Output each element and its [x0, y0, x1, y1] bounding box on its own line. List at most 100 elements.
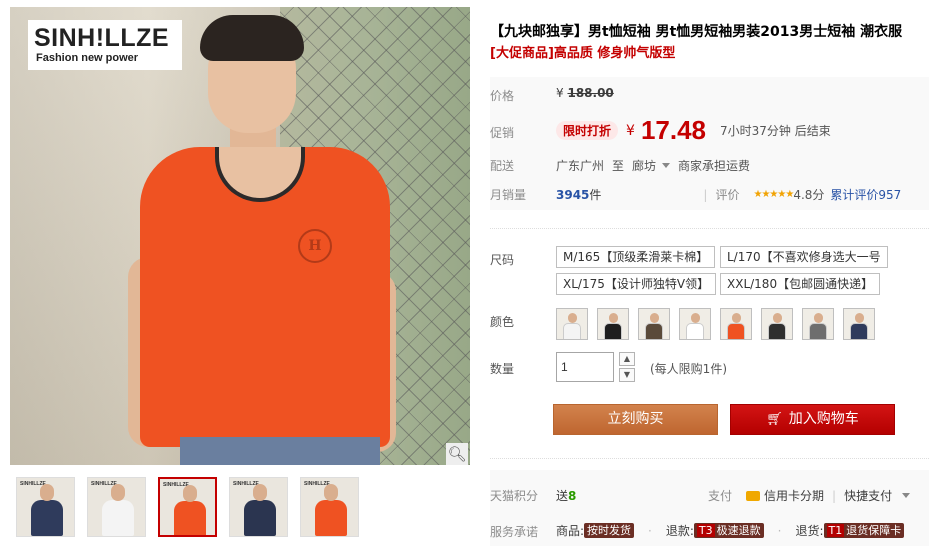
quantity-down-icon[interactable]: ▼: [619, 368, 635, 382]
color-option-6[interactable]: [761, 308, 793, 340]
product-subtitle: [大促商品]高品质 修身帅气版型: [490, 46, 676, 61]
color-option-7[interactable]: [802, 308, 834, 340]
color-option-8[interactable]: [843, 308, 875, 340]
thumbnail-3[interactable]: SINHILLZE: [158, 477, 217, 537]
add-to-cart-button[interactable]: 🛒︎ 加入购物车: [730, 404, 895, 435]
rating-score: 4.8分: [793, 188, 825, 202]
pay-row: 支付 信用卡分期 | 快捷支付: [708, 487, 918, 504]
original-price: ¥ 188.00: [556, 86, 614, 100]
color-swatch-shirt: [768, 323, 786, 339]
thumbnail-shirt: [315, 500, 347, 536]
service-refund-badge[interactable]: T3 极速退款: [693, 523, 764, 538]
promo-countdown: 7小时37分钟 后结束: [720, 124, 831, 138]
color-option-1[interactable]: [556, 308, 588, 340]
shipping-row: 广东广州 至 廊坊 商家承担运费: [556, 157, 750, 174]
points-value: 8: [568, 488, 577, 503]
section-divider: [490, 458, 929, 459]
color-option-3[interactable]: [638, 308, 670, 340]
ship-destination-select[interactable]: 廊坊: [632, 157, 656, 174]
points-prefix: 送: [556, 489, 569, 503]
color-swatch-head: [732, 313, 741, 323]
thumbnail-model-head: [253, 484, 267, 501]
color-swatch-head: [650, 313, 659, 323]
product-title: 【九块邮独享】男t恤短袖 男t恤男短袖男装2013男士短袖 潮衣服: [490, 24, 903, 40]
color-option-4[interactable]: [679, 308, 711, 340]
cart-icon: 🛒︎: [766, 412, 783, 427]
color-swatch-shirt: [850, 323, 868, 339]
color-swatch-shirt: [809, 323, 827, 339]
add-to-cart-label: 加入购物车: [788, 411, 859, 427]
main-product-image[interactable]: H SINH!LLZE Fashion new power: [10, 7, 470, 465]
color-label: 颜色: [490, 315, 515, 329]
shirt-emblem: H: [298, 229, 332, 263]
return-key: T1: [826, 524, 845, 537]
chevron-down-icon[interactable]: [902, 493, 911, 498]
size-option-xxl[interactable]: XXL/180【包邮圆通快递】: [720, 273, 881, 295]
color-option-5[interactable]: [720, 308, 752, 340]
thumbnail-model-head: [111, 484, 125, 501]
shipping-label: 配送: [490, 159, 515, 173]
size-option-m[interactable]: M/165【顶级柔滑莱卡棉】: [556, 246, 716, 268]
brand-tagline: Fashion new power: [36, 52, 139, 64]
thumbnail-shirt: [174, 501, 206, 535]
magnifier-icon[interactable]: 🔍︎: [446, 443, 468, 465]
size-option-xl[interactable]: XL/175【设计师独特V领】: [556, 273, 717, 295]
promo-tag: 限时打折: [556, 121, 619, 140]
thumbnail-2[interactable]: SINHILLZE: [87, 477, 146, 537]
pay-label: 支付: [708, 489, 733, 503]
refund-badge-text: 极速退款: [716, 524, 761, 537]
dot-separator: ·: [777, 523, 782, 538]
chevron-down-icon[interactable]: [662, 163, 671, 168]
ship-to-word: 至: [612, 159, 625, 173]
thumbnail-model-head: [324, 484, 338, 501]
ship-from: 广东广州: [556, 159, 605, 173]
thumbnail-5[interactable]: SINHILLZE: [300, 477, 359, 537]
sales-label: 月销量: [490, 188, 527, 202]
color-swatch-head: [814, 313, 823, 323]
service-goods-label: 商品:: [556, 524, 585, 538]
service-row: 商品: 按时发货 · 退款: T3 极速退款 · 退货: T1 退货保障卡: [556, 522, 905, 539]
thumbnail-1[interactable]: SINHILLZE: [16, 477, 75, 537]
service-label: 服务承诺: [490, 525, 539, 539]
review-count-link[interactable]: 累计评价957: [830, 186, 901, 203]
promo-price-row: 限时打折 ¥ 17.48 7小时37分钟 后结束: [556, 115, 831, 146]
color-swatch-shirt: [563, 323, 581, 339]
service-return-label: 退货:: [795, 524, 824, 538]
points-row: 送 8: [556, 487, 576, 504]
size-label: 尺码: [490, 253, 515, 267]
sales-unit: 件: [589, 188, 602, 202]
buy-now-button[interactable]: 立刻购买: [553, 404, 718, 435]
color-swatch-shirt: [727, 323, 745, 339]
quantity-up-icon[interactable]: ▲: [619, 352, 635, 366]
pay-installment-link[interactable]: 信用卡分期: [764, 487, 824, 504]
quantity-input[interactable]: [556, 352, 614, 382]
color-swatch-head: [609, 313, 618, 323]
color-option-2[interactable]: [597, 308, 629, 340]
color-swatch-shirt: [686, 323, 704, 339]
currency-symbol: ¥: [556, 86, 564, 100]
thumbnail-strip: SINHILLZE SINHILLZE SINHILLZE SINHILLZE SINH…: [16, 477, 359, 537]
promo-label: 促销: [490, 126, 515, 140]
service-refund-label: 退款:: [665, 524, 694, 538]
thumbnail-shirt: [244, 500, 276, 536]
color-swatch-head: [691, 313, 700, 323]
refund-key: T3: [696, 524, 715, 537]
brand-name: SINH!LLZE: [34, 24, 170, 52]
thumbnail-model-head: [183, 485, 197, 502]
pay-fast-link[interactable]: 快捷支付: [844, 487, 892, 504]
model-jeans: [180, 437, 380, 465]
divider-bar: |: [703, 187, 708, 202]
service-return-badge[interactable]: T1 退货保障卡: [823, 523, 905, 538]
rating-stars-icon: ★★★★★: [753, 189, 794, 200]
color-swatch-head: [855, 313, 864, 323]
sales-row: 3945 件 | 评价 ★★★★★ 4.8分 累计评价957: [556, 186, 901, 203]
rating-label: 评价: [715, 188, 740, 202]
service-goods-badge[interactable]: 按时发货: [584, 523, 635, 538]
sales-count: 3945: [556, 187, 590, 202]
original-price-value: 188.00: [567, 86, 614, 100]
credit-card-icon: [746, 490, 761, 501]
size-option-l[interactable]: L/170【不喜欢修身选大一号: [720, 246, 888, 268]
thumbnail-4[interactable]: SINHILLZE: [229, 477, 288, 537]
quantity-limit: (每人限购1件): [650, 362, 727, 376]
divider-bar: |: [832, 488, 837, 503]
